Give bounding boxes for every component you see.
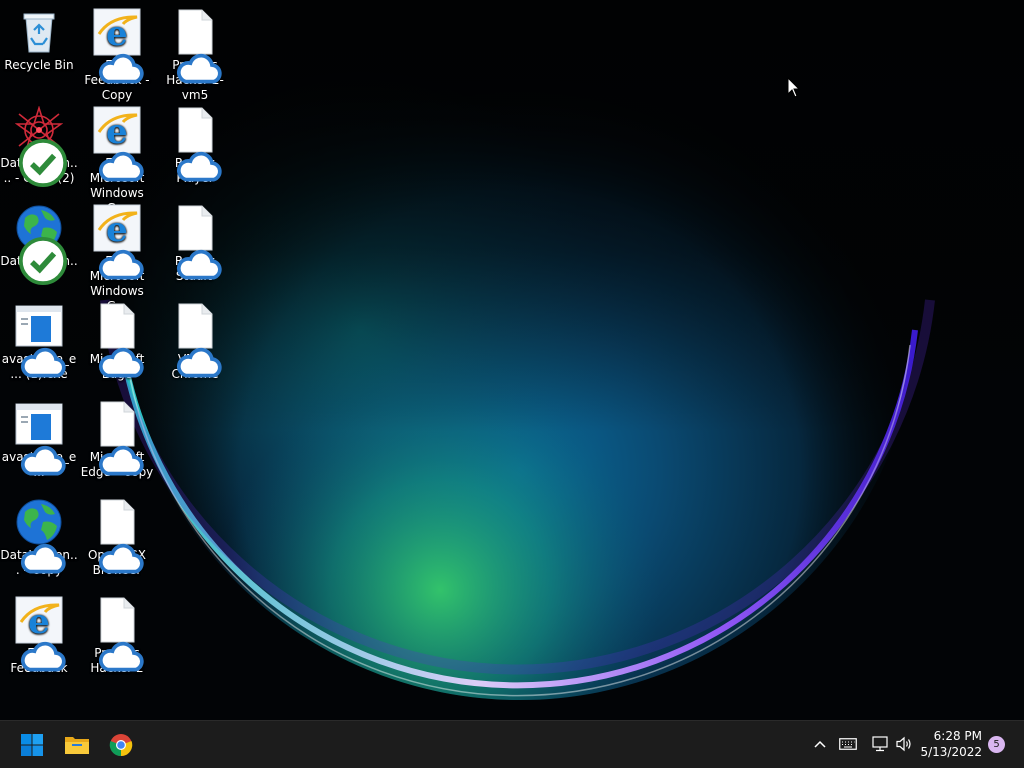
desktop[interactable]: Recycle BineEC2 Feedback - CopyProcess H…: [0, 0, 1024, 720]
touch-keyboard-button[interactable]: [837, 733, 859, 755]
start-button[interactable]: [14, 727, 50, 763]
blank-file-icon: [171, 204, 222, 280]
desktop-icon-datawagon-copy[interactable]: DataWagon... - Copy: [0, 498, 78, 578]
desktop-icon-avast-one-e-1-exe[interactable]: avast_one_e... (1).exe: [0, 302, 78, 382]
desktop-icon-roblox-player[interactable]: Roblox Player: [156, 106, 234, 186]
show-hidden-icons-button[interactable]: [809, 733, 831, 755]
keyboard-icon: [839, 738, 857, 750]
cloud-sync-icon: [97, 629, 144, 672]
folder-icon: [65, 737, 89, 754]
blank-file-icon: [93, 400, 144, 476]
internet-explorer-icon: e: [93, 106, 144, 182]
desktop-icon-datawagon[interactable]: DataWagon...: [0, 204, 78, 285]
synced-check-icon: [19, 237, 67, 285]
cloud-sync-icon: [19, 531, 66, 574]
cloud-sync-icon: [175, 41, 222, 84]
blank-file-icon: [93, 596, 144, 672]
internet-explorer-icon: e: [93, 204, 144, 280]
globe-icon: [15, 204, 67, 285]
notification-count-badge[interactable]: 5: [988, 736, 1005, 753]
volume-button[interactable]: [893, 733, 915, 755]
red-star-icon: [15, 106, 67, 187]
installer-window-icon: [15, 400, 66, 476]
blank-file-icon: [93, 498, 144, 574]
cloud-sync-icon: [19, 433, 66, 476]
cloud-sync-icon: [175, 139, 222, 182]
desktop-icon-recycle-bin[interactable]: Recycle Bin: [0, 8, 78, 73]
desktop-icon-ec2-microsoft-windows-g[interactable]: eEC2 Microsoft Windows G...: [78, 106, 156, 216]
windows-start-icon: [21, 734, 43, 756]
desktop-icon-microsoft-edge-copy[interactable]: Microsoft Edge - Copy: [78, 400, 156, 480]
installer-window-icon: [15, 302, 66, 378]
synced-check-icon: [19, 139, 67, 187]
chevron-up-icon: [814, 740, 826, 748]
clock-time: 6:28 PM: [933, 729, 982, 743]
mouse-cursor-icon: [787, 77, 801, 98]
cloud-sync-icon: [19, 335, 66, 378]
blank-file-icon: [93, 302, 144, 378]
speaker-icon: [896, 736, 911, 752]
cloud-sync-icon: [97, 433, 144, 476]
blank-file-icon: [171, 8, 222, 84]
blank-file-icon: [171, 106, 222, 182]
desktop-icon-ec2-feedback[interactable]: eEC2 Feedback: [0, 596, 78, 676]
desktop-icon-ec2-microsoft-windows-g[interactable]: eEC2 Microsoft Windows G...: [78, 204, 156, 314]
taskbar: 6:28 PM 5/13/2022 5: [0, 720, 1024, 768]
network-icon: [872, 736, 888, 752]
cloud-sync-icon: [97, 335, 144, 378]
globe-icon: [15, 498, 66, 574]
cloud-sync-icon: [97, 237, 144, 280]
file-explorer-button[interactable]: [59, 727, 95, 763]
desktop-icon-vm6-chrome[interactable]: VM6 - Chrome: [156, 302, 234, 382]
internet-explorer-icon: e: [93, 8, 144, 84]
system-clock[interactable]: 6:28 PM 5/13/2022: [920, 728, 982, 760]
blank-file-icon: [171, 302, 222, 378]
cloud-sync-icon: [19, 629, 66, 672]
cloud-sync-icon: [175, 335, 222, 378]
cloud-sync-icon: [97, 139, 144, 182]
recycle-bin-icon: [15, 8, 63, 56]
desktop-icon-process-hacker-2-vm5[interactable]: Process Hacker 2-vm5: [156, 8, 234, 103]
chrome-button[interactable]: [103, 727, 139, 763]
desktop-icon-label: Recycle Bin: [4, 58, 74, 72]
desktop-icon-ec2-feedback-copy[interactable]: eEC2 Feedback - Copy: [78, 8, 156, 103]
network-button[interactable]: [869, 733, 891, 755]
cloud-sync-icon: [97, 41, 144, 84]
chrome-icon: [109, 734, 133, 757]
desktop-icon-roblox-studio[interactable]: Roblox Studio: [156, 204, 234, 284]
desktop-icon-datawagon-copy-2[interactable]: DataWagon.... - Copy (2): [0, 106, 78, 187]
clock-date: 5/13/2022: [920, 745, 982, 759]
desktop-icon-microsoft-edge[interactable]: Microsoft Edge: [78, 302, 156, 382]
cloud-sync-icon: [175, 237, 222, 280]
desktop-icon-process-hacker-2[interactable]: Process Hacker 2: [78, 596, 156, 676]
internet-explorer-icon: e: [15, 596, 66, 672]
desktop-icon-opera-gx-browser[interactable]: Opera GX Browser: [78, 498, 156, 578]
cloud-sync-icon: [97, 531, 144, 574]
desktop-icon-avast-one-e[interactable]: avast_one_e...: [0, 400, 78, 480]
